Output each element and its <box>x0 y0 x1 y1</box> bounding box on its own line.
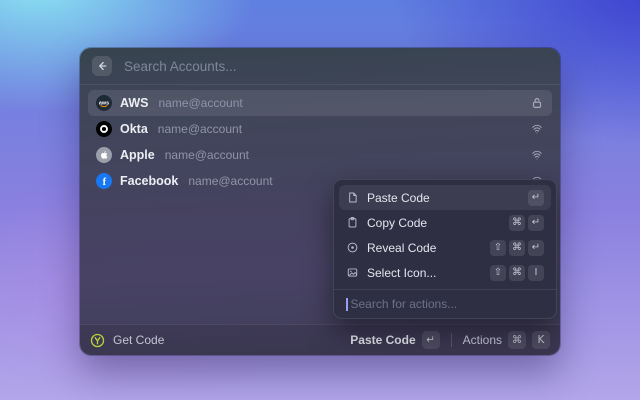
key-k: K <box>532 331 550 349</box>
footer-app: Get Code <box>90 333 164 348</box>
key-cmd: ⌘ <box>508 331 526 349</box>
footer-app-label: Get Code <box>113 333 165 347</box>
y-logo-icon <box>90 333 105 348</box>
desktop-background: aws AWS name@account <box>0 0 640 400</box>
menu-item-label: Reveal Code <box>367 240 437 255</box>
account-row-aws[interactable]: aws AWS name@account <box>88 90 552 116</box>
account-subtitle: name@account <box>164 148 249 162</box>
okta-logo-icon <box>96 121 112 137</box>
aws-logo-icon: aws <box>96 95 112 111</box>
key-return: ↵ <box>528 189 544 206</box>
arrow-left-icon <box>96 60 108 72</box>
footer-divider <box>450 333 452 347</box>
svg-text:f: f <box>103 177 107 188</box>
menu-item-copy-code[interactable]: Copy Code ⌘ ↵ <box>339 210 551 235</box>
key-i: I <box>528 264 544 281</box>
key-shift: ⇧ <box>490 264 506 281</box>
back-button[interactable] <box>92 56 112 76</box>
image-icon <box>346 266 359 279</box>
menu-item-label: Select Icon... <box>367 265 437 280</box>
fingerprint-icon <box>530 148 544 162</box>
key-return: ↵ <box>421 331 440 349</box>
key-return: ↵ <box>528 239 544 256</box>
account-subtitle: name@account <box>157 122 243 136</box>
account-row-apple[interactable]: Apple name@account <box>88 142 552 168</box>
menu-item-reveal-code[interactable]: Reveal Code ⇧ ⌘ ↵ <box>339 235 551 260</box>
account-name: Apple <box>120 148 155 162</box>
key-cmd: ⌘ <box>509 264 525 281</box>
account-subtitle: name@account <box>158 96 243 110</box>
key-return: ↵ <box>528 214 544 231</box>
account-name: Okta <box>120 122 148 136</box>
menu-item-label: Paste Code <box>367 190 430 205</box>
search-input[interactable] <box>122 57 548 75</box>
account-row-okta[interactable]: Okta name@account <box>88 116 552 142</box>
key-shift: ⇧ <box>490 239 506 256</box>
account-subtitle: name@account <box>188 174 273 188</box>
actions-search-input[interactable]: Search for actions... <box>339 290 551 318</box>
fingerprint-icon <box>530 122 544 136</box>
clipboard-icon <box>346 216 359 229</box>
footer-actions-button[interactable]: Actions <box>463 333 502 347</box>
menu-item-paste-code[interactable]: Paste Code ↵ <box>339 185 551 210</box>
footer-bar: Get Code Paste Code ↵ Actions ⌘ K <box>80 324 560 355</box>
search-bar <box>80 48 560 85</box>
launcher-window: aws AWS name@account <box>80 48 560 355</box>
account-name: Facebook <box>120 174 179 188</box>
actions-search-placeholder: Search for actions... <box>350 297 458 311</box>
actions-menu: Paste Code ↵ Copy Code ⌘ ↵ Reveal Code ⇧… <box>333 179 557 319</box>
apple-logo-icon <box>96 147 112 163</box>
key-cmd: ⌘ <box>509 239 525 256</box>
menu-item-select-icon[interactable]: Select Icon... ⇧ ⌘ I <box>339 260 551 285</box>
account-name: AWS <box>120 96 149 110</box>
svg-text:aws: aws <box>99 101 109 107</box>
key-cmd: ⌘ <box>509 214 525 231</box>
footer-primary-action[interactable]: Paste Code <box>350 333 415 347</box>
menu-item-label: Copy Code <box>367 215 428 230</box>
text-caret <box>346 297 348 311</box>
eye-icon <box>346 241 359 254</box>
facebook-logo-icon: f <box>96 173 112 189</box>
document-icon <box>346 191 359 204</box>
lock-icon <box>530 96 544 110</box>
